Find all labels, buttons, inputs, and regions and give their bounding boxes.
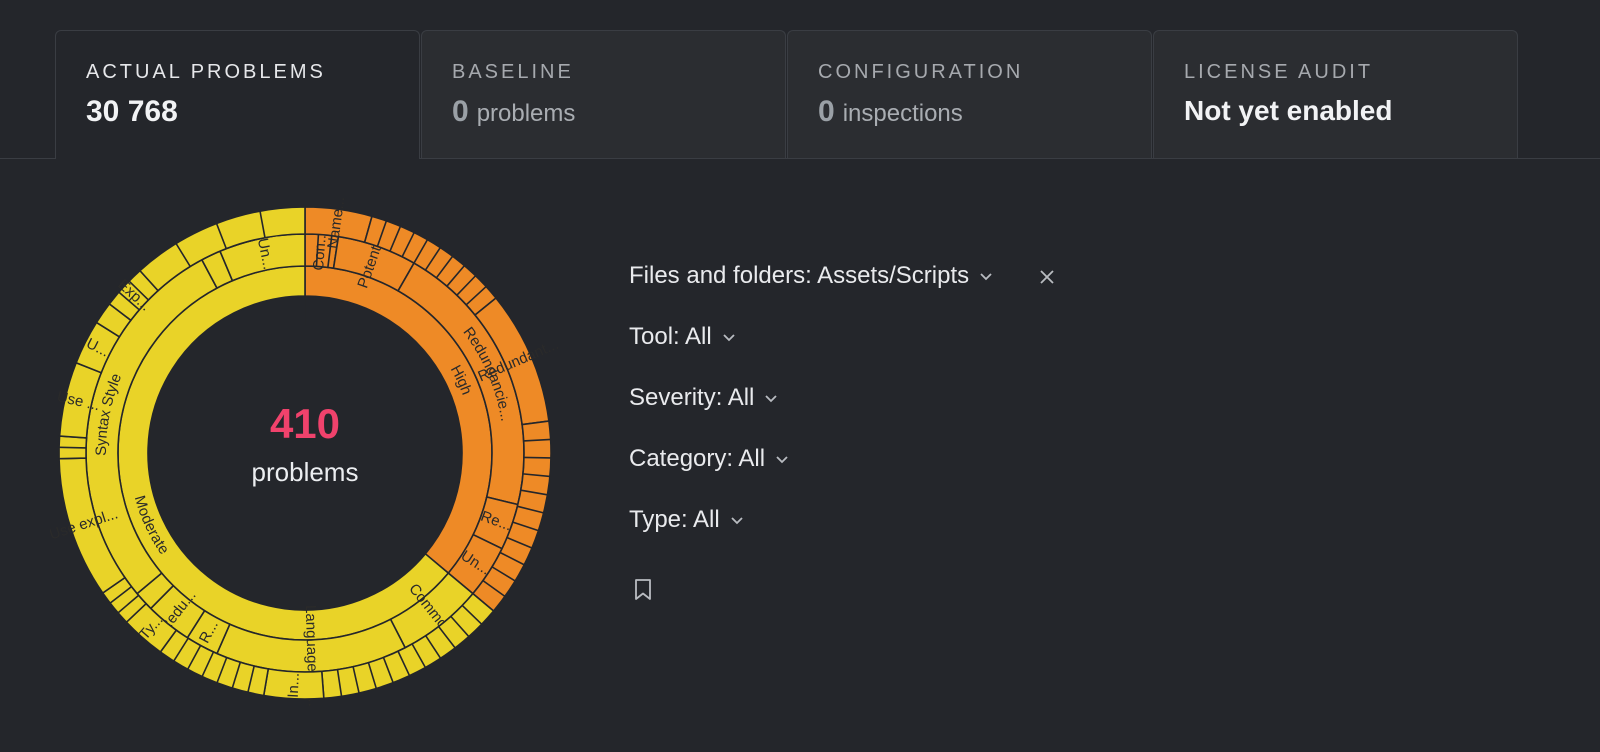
tab-label: BASELINE xyxy=(452,61,574,83)
tab-value: Not yet enabled xyxy=(1184,95,1393,126)
filter-type[interactable]: Type: All xyxy=(629,506,745,534)
tab-count: 0 xyxy=(818,95,835,128)
tab-unit: problems xyxy=(476,100,576,127)
chevron-down-icon xyxy=(776,456,788,464)
filter-category[interactable]: Category: All xyxy=(629,445,790,473)
tab-actual-problems[interactable]: ACTUAL PROBLEMS 30 768 xyxy=(55,30,420,159)
tab-license-audit[interactable]: LICENSE AUDIT Not yet enabled xyxy=(1153,30,1518,158)
segment-divider xyxy=(523,456,551,459)
filter-label: Category: All xyxy=(629,445,766,472)
inspection-segment-label: In... xyxy=(285,672,303,698)
chevron-down-icon xyxy=(723,334,735,342)
chevron-down-icon xyxy=(731,517,743,525)
tab-baseline[interactable]: BASELINE 0 problems xyxy=(421,30,786,158)
close-icon[interactable] xyxy=(1038,268,1056,286)
tab-label: ACTUAL PROBLEMS xyxy=(86,61,326,83)
segment-divider xyxy=(59,446,87,449)
summary-tabs: ACTUAL PROBLEMS 30 768 BASELINE 0 problem… xyxy=(0,30,1600,159)
problem-count-label: problems xyxy=(251,457,359,487)
filter-files-and-folders[interactable]: Files and folders: Assets/Scripts xyxy=(629,262,994,290)
tab-value: 30 768 xyxy=(86,95,178,128)
filter-label: Files and folders: Assets/Scripts xyxy=(629,262,970,289)
tab-count: 0 xyxy=(452,95,469,128)
filter-label: Severity: All xyxy=(629,384,755,411)
filter-tool[interactable]: Tool: All xyxy=(629,323,737,351)
filter-label: Tool: All xyxy=(629,323,712,350)
chevron-down-icon xyxy=(980,273,992,281)
tab-label: CONFIGURATION xyxy=(818,61,1024,83)
filter-label: Type: All xyxy=(629,506,720,533)
tab-configuration[interactable]: CONFIGURATION 0 inspections xyxy=(787,30,1152,158)
tab-unit: inspections xyxy=(842,100,963,127)
problem-count: 410 xyxy=(269,400,341,447)
tab-value: 0 inspections xyxy=(818,95,963,129)
problems-sunburst-chart: Qodana for .NETHighModerateCon...Potent.… xyxy=(50,198,560,707)
bookmark-icon[interactable] xyxy=(633,578,653,602)
tab-label: LICENSE AUDIT xyxy=(1184,61,1374,83)
tab-value: 0 problems xyxy=(452,95,575,129)
filter-severity[interactable]: Severity: All xyxy=(629,384,779,412)
tool-segment-label: Qodana for .NET xyxy=(50,198,56,206)
chevron-down-icon xyxy=(765,395,778,403)
